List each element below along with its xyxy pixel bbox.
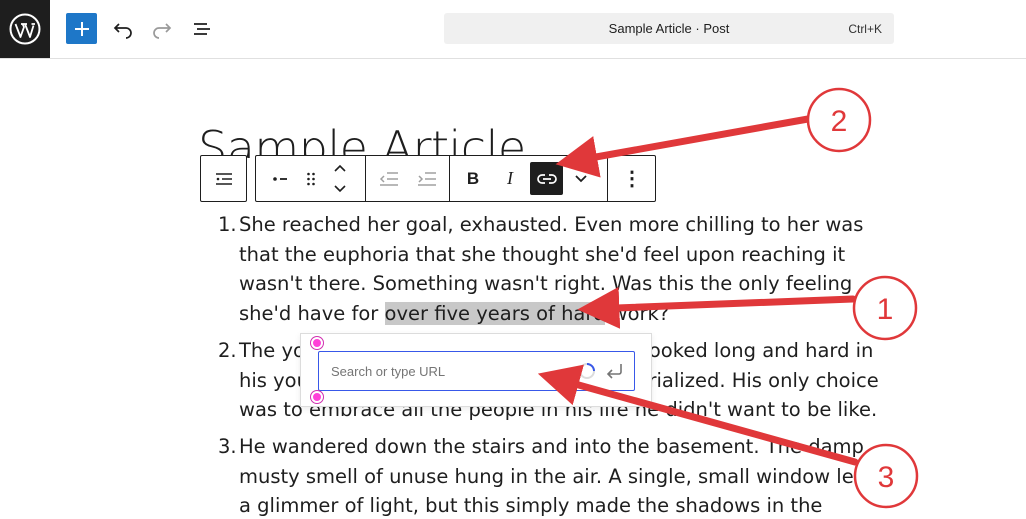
toolbar-divider [365, 156, 366, 201]
block-inserter-button[interactable] [66, 13, 97, 44]
selected-text: over five years of hard [384, 301, 606, 325]
move-up-button[interactable] [328, 157, 352, 179]
drag-handle-icon [307, 172, 315, 185]
outdent-button[interactable] [368, 156, 410, 201]
block-toolbar: B I ⋮ [255, 155, 656, 202]
text-segment: work? [605, 301, 670, 325]
list-block-icon [215, 172, 232, 185]
document-title: Sample Article · Post [608, 21, 730, 36]
drag-handle[interactable] [302, 156, 320, 201]
link-submit-button[interactable] [604, 360, 626, 382]
list-item-line: she'd have for over five years of hard w… [239, 299, 669, 329]
list-item-line: She reached her goal, exhausted. Even mo… [239, 213, 864, 236]
list-item-number: 1. [218, 213, 237, 236]
convert-list-button[interactable] [258, 156, 302, 201]
outdent-icon [379, 171, 398, 186]
list-item-line: a glimmer of light, but this simply made… [239, 494, 823, 517]
editor-header: Sample Article · Post Ctrl+K [0, 0, 1026, 59]
text-segment: she'd have for [239, 301, 385, 325]
undo-icon [113, 23, 132, 39]
annotation-circle [806, 87, 872, 153]
redo-icon [153, 23, 172, 39]
plus-icon [74, 21, 89, 36]
annotation-circle [852, 275, 918, 341]
post-title[interactable]: Sample Article [198, 118, 526, 158]
list-item-line: that the euphoria that she thought she'd… [239, 242, 846, 266]
toolbar-divider [607, 156, 608, 201]
document-overview-button[interactable] [187, 14, 217, 44]
list-item-line: He wandered down the stairs and into the… [239, 435, 871, 458]
indent-icon [418, 171, 436, 186]
list-item-line: wasn't there. Something wasn't right. Wa… [239, 272, 853, 295]
annotation-number: 1 [877, 293, 894, 326]
block-type-button[interactable] [201, 156, 246, 201]
list-view-icon [194, 23, 210, 35]
move-up-icon [334, 164, 346, 172]
toolbar-divider [449, 156, 450, 201]
move-down-icon [334, 185, 346, 193]
link-icon [536, 173, 557, 184]
more-options-icon: ⋮ [622, 168, 642, 190]
wordpress-logo-button[interactable] [0, 0, 50, 58]
keyboard-shortcut: Ctrl+K [848, 22, 882, 36]
link-popover [300, 333, 652, 407]
selection-handle-bottom[interactable] [311, 391, 323, 403]
more-rich-text-controls-button[interactable] [566, 156, 596, 201]
enter-icon [606, 364, 622, 379]
spinner-icon [579, 363, 595, 379]
bold-button[interactable]: B [454, 156, 492, 201]
list-item-number: 3. [218, 435, 237, 458]
list-item-line: musty smell of unuse hung in the air. A … [239, 464, 886, 488]
indent-list-icon [273, 176, 287, 181]
wordpress-icon [9, 13, 41, 45]
selection-handle-top[interactable] [311, 337, 323, 349]
annotation-number: 2 [831, 105, 848, 138]
chevron-down-icon [575, 174, 587, 182]
command-palette-bar[interactable]: Sample Article · Post Ctrl+K [444, 13, 894, 44]
block-type-toolbar [200, 155, 247, 202]
undo-button[interactable] [108, 14, 138, 44]
block-options-button[interactable]: ⋮ [610, 156, 654, 201]
link-button[interactable] [530, 162, 563, 195]
italic-button[interactable]: I [492, 156, 528, 201]
move-down-button[interactable] [328, 178, 352, 200]
redo-button[interactable] [147, 14, 177, 44]
list-item-number: 2. [218, 339, 237, 362]
indent-button[interactable] [406, 156, 448, 201]
